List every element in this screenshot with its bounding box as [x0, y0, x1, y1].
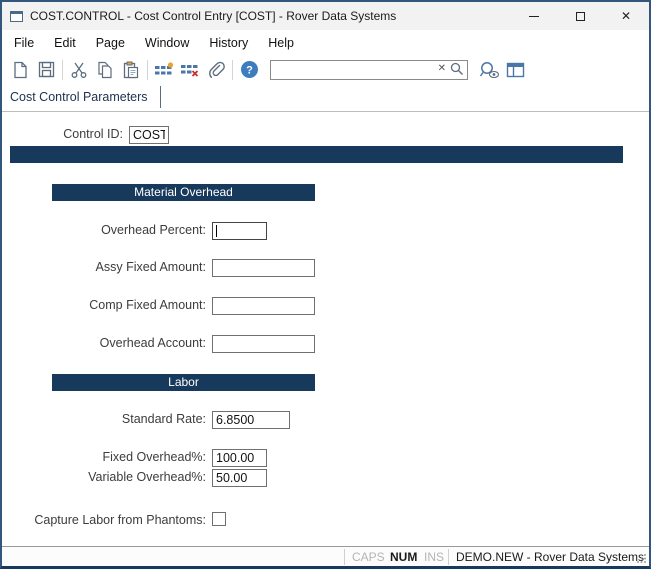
overhead-account-label: Overhead Account: [2, 336, 206, 350]
cut-button[interactable] [66, 58, 92, 82]
comp-fixed-amount-label: Comp Fixed Amount: [2, 298, 206, 312]
session-label: DEMO.NEW - Rover Data Systems [456, 550, 644, 564]
num-indicator: NUM [390, 550, 417, 564]
lookup-button[interactable] [476, 58, 502, 82]
form-area: Control ID: Material Overhead Overhead P… [2, 112, 649, 548]
lookup-eye-icon [479, 61, 500, 79]
attachment-icon [207, 61, 225, 79]
paste-icon [122, 61, 140, 79]
paste-button[interactable] [118, 58, 144, 82]
menu-edit[interactable]: Edit [44, 30, 86, 56]
resize-grip[interactable] [637, 553, 647, 563]
save-button[interactable] [33, 58, 59, 82]
menu-file[interactable]: File [4, 30, 44, 56]
minimize-icon [529, 16, 539, 17]
help-button[interactable]: ? [236, 58, 262, 82]
maximize-button[interactable] [557, 2, 603, 30]
toolbar-separator [232, 60, 233, 80]
menu-page[interactable]: Page [86, 30, 135, 56]
toolbar-separator [147, 60, 148, 80]
close-icon: ✕ [621, 10, 631, 22]
copy-icon [96, 61, 114, 79]
fixed-overhead-label: Fixed Overhead%: [2, 450, 206, 464]
capture-labor-label: Capture Labor from Phantoms: [2, 513, 206, 527]
save-icon [38, 61, 55, 78]
overhead-percent-label: Overhead Percent: [2, 223, 206, 237]
capture-labor-checkbox[interactable] [212, 512, 226, 526]
search-magnifier-icon[interactable] [450, 62, 464, 76]
copy-button[interactable] [92, 58, 118, 82]
toolbar-separator [62, 60, 63, 80]
overhead-percent-input[interactable] [212, 222, 267, 240]
control-id-label: Control ID: [2, 127, 123, 141]
assy-fixed-amount-input[interactable] [212, 259, 315, 277]
svg-text:?: ? [246, 65, 253, 77]
delete-row-button[interactable] [177, 58, 203, 82]
assy-fixed-amount-label: Assy Fixed Amount: [2, 260, 206, 274]
toolbar: ? ✕ [2, 56, 649, 83]
labor-header: Labor [52, 374, 315, 391]
comp-fixed-amount-input[interactable] [212, 297, 315, 315]
toolbar-search: ✕ [270, 60, 468, 80]
tab-bar: Cost Control Parameters [2, 83, 649, 112]
close-button[interactable]: ✕ [603, 2, 649, 30]
minimize-button[interactable] [511, 2, 557, 30]
material-overhead-header: Material Overhead [52, 184, 315, 201]
tab-divider [160, 86, 161, 108]
insert-row-button[interactable] [151, 58, 177, 82]
menu-help[interactable]: Help [258, 30, 304, 56]
new-document-icon [12, 61, 29, 79]
variable-overhead-input[interactable] [212, 469, 267, 487]
cut-icon [70, 61, 88, 79]
help-icon: ? [240, 60, 259, 79]
delete-row-icon [180, 62, 200, 78]
standard-rate-input[interactable] [212, 411, 290, 429]
section-divider-bar [10, 146, 623, 163]
search-clear-icon[interactable]: ✕ [438, 63, 446, 74]
variable-overhead-label: Variable Overhead%: [2, 470, 206, 484]
fixed-overhead-input[interactable] [212, 449, 267, 467]
standard-rate-label: Standard Rate: [2, 412, 206, 426]
status-divider [344, 549, 345, 565]
text-cursor [216, 225, 217, 237]
attachment-button[interactable] [203, 58, 229, 82]
caps-indicator: CAPS [352, 550, 385, 564]
app-window: COST.CONTROL - Cost Control Entry [COST]… [0, 0, 651, 569]
window-controls: ✕ [511, 2, 649, 30]
layout-table-icon [506, 62, 525, 78]
tab-cost-control-parameters[interactable]: Cost Control Parameters [10, 83, 160, 111]
new-document-button[interactable] [7, 58, 33, 82]
title-bar: COST.CONTROL - Cost Control Entry [COST]… [2, 2, 649, 30]
layout-table-button[interactable] [502, 58, 528, 82]
status-divider [448, 549, 449, 565]
ins-indicator: INS [424, 550, 444, 564]
window-title: COST.CONTROL - Cost Control Entry [COST]… [30, 9, 396, 23]
control-id-input[interactable] [129, 126, 169, 144]
maximize-icon [576, 12, 585, 21]
menu-history[interactable]: History [199, 30, 258, 56]
app-icon [10, 11, 23, 22]
overhead-account-input[interactable] [212, 335, 315, 353]
menu-window[interactable]: Window [135, 30, 199, 56]
insert-row-icon [154, 62, 174, 78]
status-bar: CAPS NUM INS DEMO.NEW - Rover Data Syste… [2, 546, 649, 566]
menu-bar: File Edit Page Window History Help [2, 30, 649, 56]
